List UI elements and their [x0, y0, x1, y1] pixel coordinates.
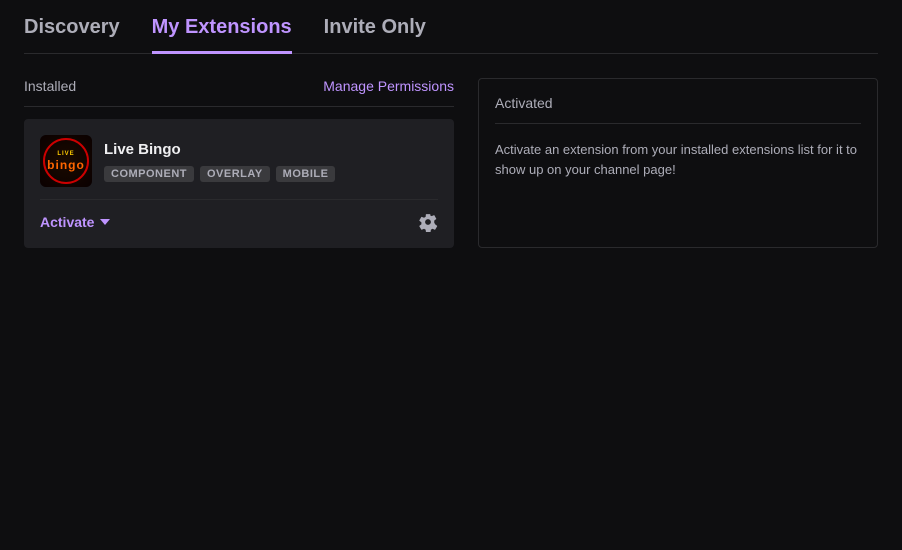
installed-label: Installed: [24, 78, 76, 94]
activated-description: Activate an extension from your installe…: [495, 140, 861, 179]
extension-name: Live Bingo: [104, 141, 438, 158]
tab-discovery[interactable]: Discovery: [24, 16, 120, 54]
extension-card-footer: Activate: [40, 199, 438, 232]
activated-panel: Activated Activate an extension from you…: [478, 78, 878, 248]
extension-info: LIVE bingo Live Bingo COMPONENT OVERLAY …: [40, 135, 438, 187]
extension-card: LIVE bingo Live Bingo COMPONENT OVERLAY …: [24, 119, 454, 248]
bingo-logo-art: LIVE bingo: [40, 135, 92, 187]
activate-label: Activate: [40, 214, 94, 230]
manage-permissions-link[interactable]: Manage Permissions: [323, 78, 454, 94]
installed-divider: [24, 106, 454, 107]
extension-tags: COMPONENT OVERLAY MOBILE: [104, 166, 438, 182]
bingo-ring: [43, 138, 89, 184]
tab-my-extensions[interactable]: My Extensions: [152, 16, 292, 54]
activated-header: Activated: [495, 95, 861, 124]
tag-component: COMPONENT: [104, 166, 194, 182]
main-layout: Installed Manage Permissions LIVE bingo: [24, 78, 878, 248]
installed-header: Installed Manage Permissions: [24, 78, 454, 94]
activate-button[interactable]: Activate: [40, 214, 110, 230]
extension-name-section: Live Bingo COMPONENT OVERLAY MOBILE: [104, 141, 438, 182]
tag-overlay: OVERLAY: [200, 166, 270, 182]
tag-mobile: MOBILE: [276, 166, 336, 182]
gear-icon: [418, 212, 438, 232]
page-container: Discovery My Extensions Invite Only Inst…: [0, 0, 902, 248]
tab-invite-only[interactable]: Invite Only: [324, 16, 426, 54]
chevron-down-icon: [100, 219, 110, 225]
top-nav: Discovery My Extensions Invite Only: [24, 0, 878, 54]
settings-button[interactable]: [418, 212, 438, 232]
extension-logo: LIVE bingo: [40, 135, 92, 187]
installed-panel: Installed Manage Permissions LIVE bingo: [24, 78, 454, 248]
